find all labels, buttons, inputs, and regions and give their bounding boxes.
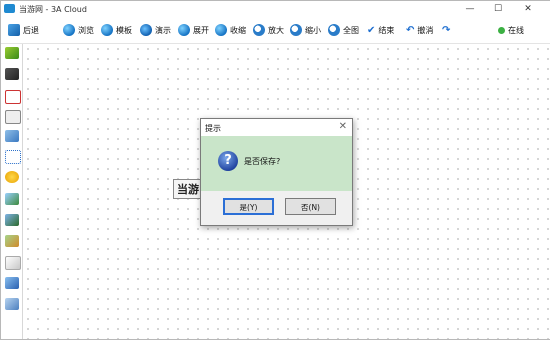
present-icon (140, 24, 152, 36)
smiley-icon[interactable] (5, 171, 19, 183)
present-label: 演示 (155, 25, 171, 35)
globe-icon (101, 24, 113, 36)
dotted-link-icon[interactable] (5, 150, 21, 164)
back-label: 后退 (23, 25, 39, 35)
close-button[interactable]: ✕ (517, 2, 539, 16)
browse-button[interactable]: 浏览 (63, 22, 94, 38)
dialog-body: ? 是否保存? (201, 136, 352, 191)
dialog-close-button[interactable]: ✕ (339, 121, 347, 132)
landscape-icon[interactable] (5, 193, 19, 205)
collapse-globe-icon (215, 24, 227, 36)
picture-icon[interactable] (5, 235, 19, 247)
tool-icon[interactable] (5, 277, 19, 289)
zoom-out-label: 缩小 (305, 25, 321, 35)
app-window: 当游网 - 3A Cloud — ☐ ✕ 后退 浏览 模板 演示 展开 收缩 放… (0, 0, 550, 340)
tool-sidebar (1, 44, 23, 339)
collapse-button[interactable]: 收缩 (215, 22, 246, 38)
yes-button[interactable]: 是(Y) (223, 198, 274, 215)
back-arrow-icon (8, 24, 20, 36)
brush-icon[interactable] (5, 68, 19, 80)
online-status[interactable]: 在线 (498, 22, 524, 38)
link-chain-icon[interactable] (5, 298, 19, 310)
finish-label: 结束 (378, 25, 395, 35)
zoom-in-button[interactable]: 放大 (253, 22, 284, 38)
present-button[interactable]: 演示 (140, 22, 171, 38)
zoom-in-icon (253, 24, 265, 36)
undo-label: 撤消 (417, 25, 434, 35)
node-red-icon[interactable] (5, 90, 21, 104)
node-gray-icon[interactable] (5, 110, 21, 124)
toolbar: 后退 浏览 模板 演示 展开 收缩 放大 缩小 全图 ✔ 结束 ↶ 撤消 ↷ 在… (1, 18, 550, 44)
fit-all-icon (328, 24, 340, 36)
app-logo-icon (4, 4, 15, 13)
dialog-message: 是否保存? (244, 157, 281, 166)
globe-icon (63, 24, 75, 36)
redo-button[interactable]: ↷ (442, 22, 450, 38)
finish-button[interactable]: ✔ 结束 (367, 22, 394, 38)
collapse-label: 收缩 (230, 25, 246, 35)
question-icon: ? (218, 151, 238, 171)
browse-label: 浏览 (78, 25, 94, 35)
window-title: 当游网 - 3A Cloud (19, 5, 87, 14)
online-dot-icon (498, 26, 505, 34)
checkmark-icon: ✔ (367, 24, 376, 36)
zoom-out-button[interactable]: 缩小 (290, 22, 321, 38)
template-button[interactable]: 模板 (101, 22, 132, 38)
redo-icon: ↷ (442, 24, 451, 36)
dialog-title: 提示 (205, 124, 221, 133)
pencil-icon[interactable] (5, 47, 19, 59)
dialog-title-bar: 提示 ✕ (201, 119, 352, 136)
image-icon[interactable] (5, 214, 19, 226)
minimize-button[interactable]: — (459, 2, 481, 16)
expand-button[interactable]: 展开 (178, 22, 209, 38)
zoom-out-icon (290, 24, 302, 36)
connect-icon[interactable] (5, 130, 19, 142)
expand-globe-icon (178, 24, 190, 36)
undo-button[interactable]: ↶ 撤消 (406, 22, 433, 38)
fit-all-button[interactable]: 全图 (328, 22, 359, 38)
note-icon[interactable] (5, 256, 21, 270)
maximize-button[interactable]: ☐ (487, 2, 509, 16)
undo-icon: ↶ (406, 24, 415, 36)
title-bar: 当游网 - 3A Cloud — ☐ ✕ (1, 1, 550, 17)
fit-all-label: 全图 (343, 25, 359, 35)
save-prompt-dialog: 提示 ✕ ? 是否保存? 是(Y) 否(N) (200, 118, 353, 226)
zoom-in-label: 放大 (268, 25, 284, 35)
template-label: 模板 (116, 25, 132, 35)
back-button[interactable]: 后退 (8, 22, 39, 38)
online-label: 在线 (508, 25, 524, 35)
expand-label: 展开 (193, 25, 209, 35)
no-button[interactable]: 否(N) (285, 198, 336, 215)
